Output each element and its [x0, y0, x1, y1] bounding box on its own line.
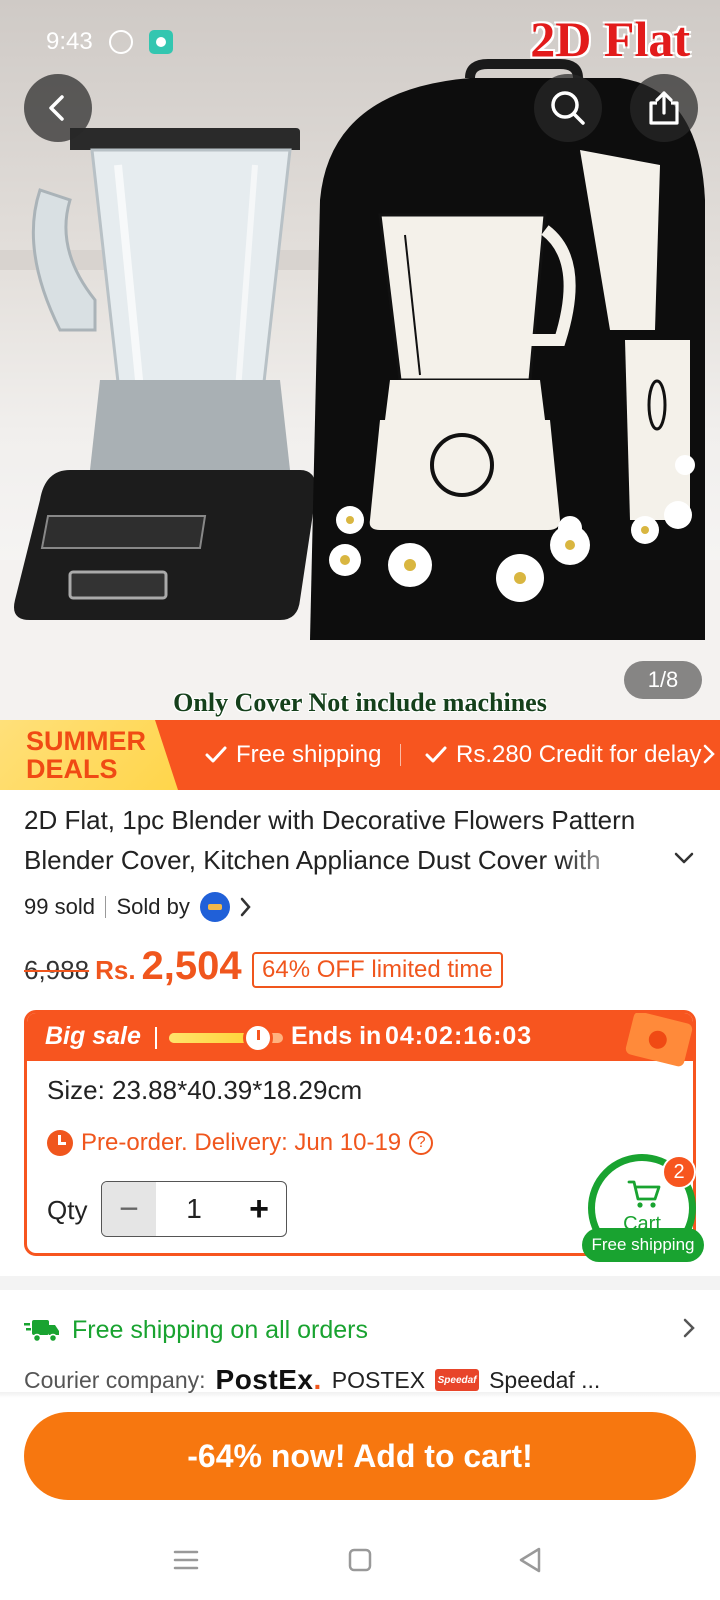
add-to-cart-button[interactable]: -64% now! Add to cart! [24, 1412, 696, 1500]
system-nav-bar [0, 1520, 720, 1600]
product-image-carousel[interactable]: 9:43 2D Flat 1/8 Only Cover Not include … [0, 0, 720, 720]
big-sale-header: Big sale Ends in 04:02:16:03 [27, 1013, 693, 1068]
ends-in-label: Ends in [291, 1022, 382, 1050]
scroll-shadow [0, 1392, 720, 1398]
summer-deals-banner[interactable]: SUMMER DEALS Free shipping Rs.280 Credit… [0, 720, 720, 790]
postex-logo-text: PostEx [215, 1364, 314, 1395]
courier-name-more: Speedaf ... [489, 1366, 601, 1393]
divider [155, 1027, 157, 1049]
speedaf-logo: Speedaf [435, 1369, 480, 1391]
original-price: 6,988 [24, 955, 90, 985]
delivery-truck-icon [24, 1320, 59, 1343]
search-icon [551, 91, 585, 125]
countdown-timer: 04:02:16:03 [385, 1022, 533, 1050]
chevron-right-icon [683, 1318, 695, 1338]
cart-count-badge: 2 [662, 1155, 696, 1189]
increase-qty-button[interactable]: + [232, 1182, 286, 1236]
check-icon [205, 746, 227, 763]
search-button[interactable] [534, 74, 602, 142]
seller-logo[interactable] [199, 892, 230, 922]
currency-symbol: Rs. [95, 955, 136, 985]
price-row: 6,988 Rs. 2,504 [24, 944, 242, 989]
sold-count: 99 sold [24, 894, 95, 919]
back-triangle-icon [519, 1547, 541, 1573]
courier-label: Courier company: [24, 1366, 206, 1393]
free-shipping-text: Free shipping on all orders [72, 1315, 368, 1344]
courier-name: POSTEX [331, 1366, 426, 1393]
help-icon[interactable]: ? [409, 1131, 434, 1155]
nav-home-button[interactable] [340, 1540, 380, 1580]
sold-by-label: Sold by [116, 894, 190, 919]
divider [104, 896, 107, 918]
chevron-right-icon [703, 744, 715, 764]
postex-logo-dot: . [313, 1364, 322, 1395]
status-time: 9:43 [46, 28, 93, 55]
qty-label: Qty [47, 1195, 88, 1225]
clock-icon [47, 1130, 73, 1156]
big-sale-label: Big sale [45, 1022, 141, 1050]
app-notification-icon [148, 30, 173, 54]
cart-free-shipping-tag: Free shipping [582, 1228, 704, 1262]
deals-badge-line2: DEALS [26, 754, 118, 784]
whatsapp-icon [108, 30, 133, 54]
chevron-left-icon [49, 95, 64, 121]
quantity-value[interactable]: 1 [156, 1182, 232, 1236]
title-fade [560, 840, 660, 880]
preorder-text: Pre-order. Delivery: Jun 10-19 [81, 1129, 402, 1156]
sold-info: 99 sold Sold by [24, 892, 252, 922]
timer-clock-icon [243, 1023, 273, 1053]
product-photo [0, 59, 720, 720]
cart-icon [627, 1180, 661, 1208]
sale-price: 2,504 [141, 944, 242, 988]
nav-back-button[interactable] [510, 1540, 550, 1580]
perk-divider [400, 744, 401, 766]
home-square-icon [348, 1548, 372, 1572]
summer-deals-badge: SUMMER DEALS [0, 720, 178, 790]
perk-label: Rs.280 Credit for delay [456, 741, 702, 768]
deals-badge-line1: SUMMER [26, 726, 146, 756]
chevron-down-icon[interactable] [672, 846, 696, 870]
sale-decoration-icon [624, 1013, 693, 1068]
section-divider [0, 1276, 720, 1290]
back-button[interactable] [24, 74, 92, 142]
free-shipping-row[interactable]: Free shipping on all orders [24, 1310, 696, 1350]
perk-delay-credit: Rs.280 Credit for delay [424, 720, 701, 790]
share-button[interactable] [630, 74, 698, 142]
status-bar: 9:43 [46, 28, 173, 56]
discount-badge: 64% OFF limited time [252, 952, 503, 988]
share-icon [649, 91, 679, 125]
chevron-right-icon[interactable] [240, 896, 252, 918]
perk-label: Free shipping [236, 741, 382, 768]
size-option[interactable]: Size: 23.88*40.39*18.29cm [47, 1075, 362, 1106]
quantity-stepper: − 1 + [101, 1181, 287, 1237]
perk-free-shipping: Free shipping [204, 720, 381, 790]
image-caption: Only Cover Not include machines [173, 688, 547, 717]
menu-icon [173, 1550, 199, 1570]
check-icon [425, 746, 447, 763]
preorder-info: Pre-order. Delivery: Jun 10-19 ? [47, 1129, 434, 1157]
nav-menu-button[interactable] [166, 1540, 206, 1580]
brand-watermark: 2D Flat [530, 11, 690, 67]
decrease-qty-button[interactable]: − [102, 1182, 156, 1236]
